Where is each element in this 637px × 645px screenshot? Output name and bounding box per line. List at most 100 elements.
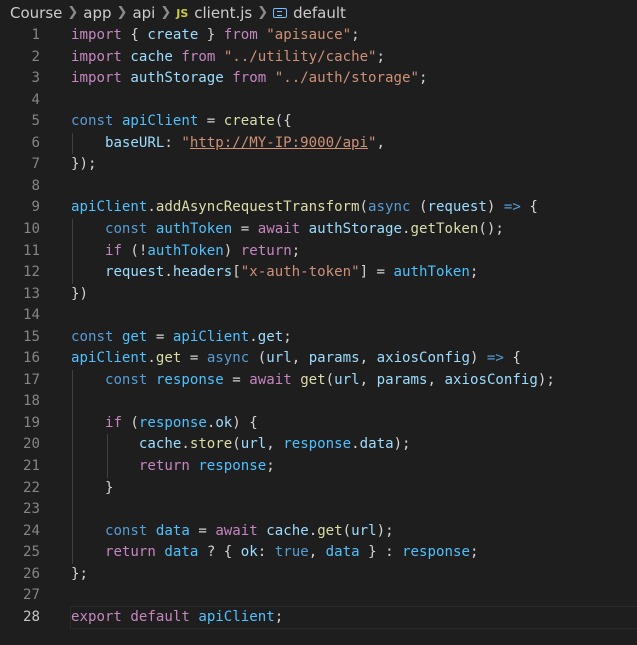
code-token: create xyxy=(147,27,199,43)
code-token: get xyxy=(121,328,148,345)
code-line[interactable]: 19 if (response.ok) { xyxy=(0,413,637,435)
code-line[interactable]: 23 xyxy=(0,499,637,521)
line-number: 26 xyxy=(23,565,40,582)
code-token: data xyxy=(164,544,199,561)
code-token: ; xyxy=(418,70,428,87)
code-line[interactable]: 18 xyxy=(0,391,637,413)
code-token: await xyxy=(249,371,292,388)
code-token: ({ xyxy=(274,113,292,130)
code-line[interactable]: 2 import cache from "../utility/cache"; xyxy=(0,47,637,69)
code-token: (! xyxy=(121,242,148,259)
breadcrumb-item-api[interactable]: api xyxy=(132,4,155,22)
line-number: 23 xyxy=(23,501,40,518)
code-token: authStorage xyxy=(130,70,224,87)
code-token: default xyxy=(130,608,190,625)
code-token: const xyxy=(71,328,114,345)
code-line[interactable]: 21 return response; xyxy=(0,456,637,478)
code-token: const xyxy=(71,113,114,130)
code-line[interactable]: 7}); xyxy=(0,154,637,176)
code-token: response xyxy=(283,436,352,453)
code-token: cache xyxy=(266,522,309,539)
code-token: ) xyxy=(469,350,487,367)
code-line[interactable]: 5 const apiClient = create({ xyxy=(0,111,637,133)
code-line[interactable]: 17 const response = await get(url, param… xyxy=(0,370,637,392)
code-line[interactable]: 6 baseURL: "http://MY-IP:9000/api", xyxy=(0,133,637,155)
code-token: from xyxy=(232,70,267,87)
code-token: "apisauce" xyxy=(266,27,352,43)
code-token: get xyxy=(257,328,284,345)
code-line[interactable]: 1 import { create } from "apisauce"; xyxy=(0,25,637,47)
code-token: " xyxy=(181,134,190,151)
code-text: request.headers["x-auth-token"] = authTo… xyxy=(71,262,637,284)
code-token: ; xyxy=(274,608,284,625)
code-line[interactable]: 12 request.headers["x-auth-token"] = aut… xyxy=(0,262,637,284)
code-token: ); xyxy=(376,522,394,539)
line-number: 13 xyxy=(23,285,40,302)
symbol-variable-icon xyxy=(273,8,288,18)
code-line[interactable]: 24 const data = await cache.get(url); xyxy=(0,521,637,543)
code-token: (); xyxy=(478,220,504,237)
code-line[interactable]: 22 } xyxy=(0,478,637,500)
code-line[interactable]: 3 import authStorage from "../auth/storag… xyxy=(0,68,637,90)
code-token: . xyxy=(351,436,360,453)
code-line[interactable]: 16 apiClient.get = async (url, params, ax… xyxy=(0,348,637,370)
code-token: ( xyxy=(249,350,267,367)
code-line[interactable]: 14 xyxy=(0,305,637,327)
code-token: "../utility/cache" xyxy=(223,48,377,65)
code-line[interactable]: 9 apiClient.addAsyncRequestTransform(asyn… xyxy=(0,197,637,219)
code-text: import authStorage from "../auth/storage… xyxy=(71,68,637,90)
breadcrumb-item-app[interactable]: app xyxy=(83,4,111,22)
line-number: 2 xyxy=(31,48,41,65)
breadcrumb-item-course[interactable]: Course xyxy=(10,4,62,22)
code-line[interactable]: 25 return data ? { ok: true, data } : re… xyxy=(0,542,637,564)
code-line[interactable]: 15 const get = apiClient.get; xyxy=(0,327,637,349)
code-line[interactable]: 27 xyxy=(0,585,637,607)
code-line[interactable]: 11 if (!authToken) return; xyxy=(0,241,637,263)
code-token: ) { xyxy=(232,414,258,431)
code-token: authToken xyxy=(147,242,224,259)
code-token: async xyxy=(206,350,250,367)
code-token: from xyxy=(223,27,258,43)
breadcrumb-item-file[interactable]: client.js xyxy=(194,4,252,22)
code-line[interactable]: 4 xyxy=(0,90,637,112)
code-line[interactable]: 20 cache.store(url, response.data); xyxy=(0,434,637,456)
code-token: . xyxy=(402,220,411,237)
code-token: data xyxy=(155,522,190,539)
code-text: export default apiClient; xyxy=(70,605,637,630)
code-token: get xyxy=(317,522,343,539)
code-text: if (response.ok) { xyxy=(71,413,637,435)
code-token: "../auth/storage" xyxy=(274,70,419,87)
code-line[interactable]: 13}) xyxy=(0,284,637,306)
code-token: get xyxy=(300,371,326,388)
line-number: 11 xyxy=(23,242,40,259)
chevron-right-icon: ❯ xyxy=(67,4,79,20)
code-text: }) xyxy=(71,284,637,306)
code-token: " xyxy=(368,134,377,151)
code-token: ; xyxy=(469,544,479,561)
code-token: apiClient xyxy=(198,608,275,625)
code-token: = xyxy=(147,328,173,345)
code-line[interactable]: 8 xyxy=(0,176,637,198)
code-editor[interactable]: 1 import { create } from "apisauce"; 2 impo… xyxy=(0,25,637,645)
code-token: : xyxy=(164,134,182,151)
code-token: { xyxy=(121,27,148,43)
line-number: 28 xyxy=(23,608,40,625)
code-line[interactable]: 28 export default apiClient; xyxy=(0,605,637,630)
line-number: 6 xyxy=(31,134,41,151)
code-token: ) xyxy=(486,199,504,216)
breadcrumb-item-symbol[interactable]: default xyxy=(293,4,346,22)
code-line[interactable]: 26}; xyxy=(0,564,637,586)
code-token: . xyxy=(164,264,173,281)
code-line[interactable]: 10 const authToken = await authStorage.g… xyxy=(0,219,637,241)
code-token: ( xyxy=(232,436,241,453)
code-token: url xyxy=(266,350,292,367)
